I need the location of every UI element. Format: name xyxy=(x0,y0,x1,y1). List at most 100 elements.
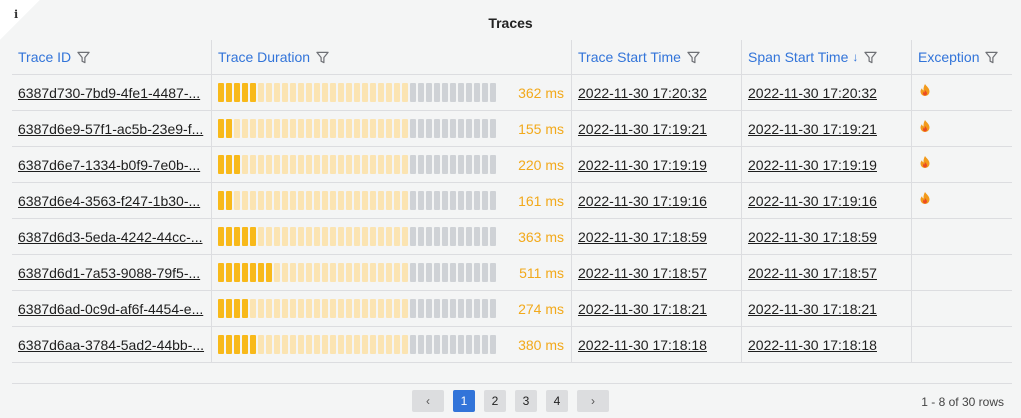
gauge-segment xyxy=(474,227,480,246)
gauge-segment xyxy=(378,263,384,282)
page-button-2[interactable]: 2 xyxy=(484,390,506,412)
trace-id-link[interactable]: 6387d6ad-0c9d-af6f-4454-e... xyxy=(18,301,203,317)
page-button-4[interactable]: 4 xyxy=(546,390,568,412)
column-label[interactable]: Trace Start Time xyxy=(578,49,681,65)
span-start-link[interactable]: 2022-11-30 17:18:18 xyxy=(748,337,877,353)
column-label[interactable]: Trace ID xyxy=(18,49,71,65)
column-header-trace-id[interactable]: Trace ID xyxy=(12,40,211,74)
gauge-segment xyxy=(362,263,368,282)
trace-start-link[interactable]: 2022-11-30 17:20:32 xyxy=(578,85,707,101)
trace-start-link[interactable]: 2022-11-30 17:18:18 xyxy=(578,337,707,353)
span-start-link[interactable]: 2022-11-30 17:18:57 xyxy=(748,265,877,281)
cell-trace-duration: 220 ms xyxy=(211,147,571,182)
trace-start-link[interactable]: 2022-11-30 17:19:16 xyxy=(578,193,707,209)
gauge-segment xyxy=(370,155,376,174)
filter-icon[interactable] xyxy=(864,51,878,64)
gauge-segment xyxy=(346,83,352,102)
cell-trace-start-time: 2022-11-30 17:18:57 xyxy=(571,255,741,290)
gauge-segment xyxy=(394,335,400,354)
trace-id-link[interactable]: 6387d6e9-57f1-ac5b-23e9-f... xyxy=(18,121,203,137)
trace-id-link[interactable]: 6387d6e7-1334-b0f9-7e0b-... xyxy=(18,157,200,173)
gauge-segment xyxy=(338,227,344,246)
prev-page-button[interactable]: ‹ xyxy=(412,390,444,412)
gauge-segment xyxy=(218,191,224,210)
gauge-segment xyxy=(298,263,304,282)
trace-id-link[interactable]: 6387d6d1-7a53-9088-79f5-... xyxy=(18,265,200,281)
gauge-segment xyxy=(330,299,336,318)
arrow-down-icon[interactable]: ↓ xyxy=(852,50,858,64)
filter-icon[interactable] xyxy=(985,51,999,64)
filter-icon[interactable] xyxy=(316,51,329,64)
trace-id-link[interactable]: 6387d6aa-3784-5ad2-44bb-... xyxy=(18,337,204,353)
gauge-segment xyxy=(298,155,304,174)
gauge-segment xyxy=(290,227,296,246)
trace-start-link[interactable]: 2022-11-30 17:19:21 xyxy=(578,121,707,137)
gauge-segment xyxy=(378,227,384,246)
column-header-trace-start-time[interactable]: Trace Start Time xyxy=(571,40,741,74)
cell-trace-duration: 380 ms xyxy=(211,327,571,362)
gauge-segment xyxy=(490,263,496,282)
gauge-segment xyxy=(394,191,400,210)
span-start-link[interactable]: 2022-11-30 17:20:32 xyxy=(748,85,877,101)
gauge-segment xyxy=(402,227,408,246)
table-row: 6387d6e7-1334-b0f9-7e0b-... 220 ms 2022-11… xyxy=(12,146,1012,182)
column-header-trace-duration[interactable]: Trace Duration xyxy=(211,40,571,74)
gauge-segment xyxy=(306,335,312,354)
gauge-segment xyxy=(322,155,328,174)
gauge-segment xyxy=(354,263,360,282)
span-start-link[interactable]: 2022-11-30 17:18:21 xyxy=(748,301,877,317)
trace-start-link[interactable]: 2022-11-30 17:18:57 xyxy=(578,265,707,281)
gauge-segment xyxy=(426,191,432,210)
gauge-segment xyxy=(218,227,224,246)
gauge-segment xyxy=(386,227,392,246)
trace-id-link[interactable]: 6387d6d3-5eda-4242-44cc-... xyxy=(18,229,202,245)
gauge-segment xyxy=(314,83,320,102)
gauge-segment xyxy=(314,191,320,210)
trace-start-link[interactable]: 2022-11-30 17:18:21 xyxy=(578,301,707,317)
page-button-1[interactable]: 1 xyxy=(453,390,475,412)
gauge-segment xyxy=(282,83,288,102)
cell-trace-duration: 155 ms xyxy=(211,111,571,146)
column-label[interactable]: Trace Duration xyxy=(218,49,310,65)
trace-id-link[interactable]: 6387d6e4-3563-f247-1b30-... xyxy=(18,193,200,209)
gauge-segment xyxy=(458,191,464,210)
gauge-segment xyxy=(458,83,464,102)
gauge-segment xyxy=(458,227,464,246)
column-header-span-start-time[interactable]: Span Start Time ↓ xyxy=(741,40,911,74)
gauge-segment xyxy=(362,119,368,138)
column-header-exception[interactable]: Exception xyxy=(911,40,1012,74)
gauge-segment xyxy=(442,299,448,318)
gauge-segment xyxy=(282,119,288,138)
gauge-segment xyxy=(490,83,496,102)
column-label[interactable]: Exception xyxy=(918,49,979,65)
trace-start-link[interactable]: 2022-11-30 17:18:59 xyxy=(578,229,707,245)
gauge-segment xyxy=(378,191,384,210)
gauge-segment xyxy=(346,191,352,210)
gauge-segment xyxy=(258,263,264,282)
gauge-segment xyxy=(322,263,328,282)
gauge-segment xyxy=(282,155,288,174)
gauge-segment xyxy=(442,119,448,138)
trace-id-link[interactable]: 6387d730-7bd9-4fe1-4487-... xyxy=(18,85,200,101)
gauge-segment xyxy=(330,263,336,282)
table-body: 6387d730-7bd9-4fe1-4487-... 362 ms 2022-11… xyxy=(12,74,1012,363)
filter-icon[interactable] xyxy=(77,51,90,64)
duration-gauge xyxy=(218,299,496,318)
gauge-segment xyxy=(298,83,304,102)
gauge-segment xyxy=(258,299,264,318)
gauge-segment xyxy=(298,119,304,138)
gauge-segment xyxy=(338,83,344,102)
span-start-link[interactable]: 2022-11-30 17:19:16 xyxy=(748,193,877,209)
page-button-3[interactable]: 3 xyxy=(515,390,537,412)
trace-start-link[interactable]: 2022-11-30 17:19:19 xyxy=(578,157,707,173)
gauge-segment xyxy=(274,335,280,354)
column-label[interactable]: Span Start Time xyxy=(748,49,848,65)
gauge-segment xyxy=(482,119,488,138)
span-start-link[interactable]: 2022-11-30 17:19:19 xyxy=(748,157,877,173)
gauge-segment xyxy=(442,335,448,354)
filter-icon[interactable] xyxy=(687,51,700,64)
gauge-segment xyxy=(362,191,368,210)
next-page-button[interactable]: › xyxy=(577,390,609,412)
span-start-link[interactable]: 2022-11-30 17:19:21 xyxy=(748,121,877,137)
span-start-link[interactable]: 2022-11-30 17:18:59 xyxy=(748,229,877,245)
